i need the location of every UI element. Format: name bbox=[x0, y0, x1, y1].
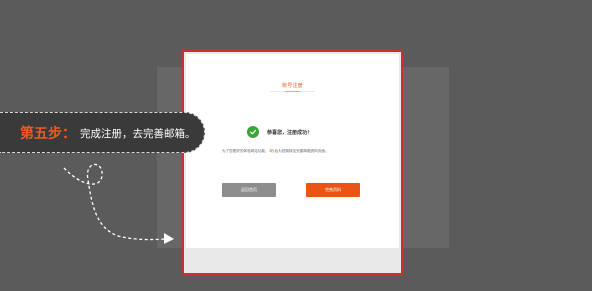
step-number-label: 第五步： bbox=[20, 126, 76, 142]
page-title: 账号注册 bbox=[282, 83, 303, 89]
redirect-info-suffix: 后为您跳转至完善邮箱资料页面。 bbox=[274, 149, 329, 153]
registration-card: 账号注册 恭喜您，注册成功！ 为了您更好的体验网站功能，3秒后为您跳转至完善邮箱… bbox=[186, 54, 399, 248]
success-message: 恭喜您，注册成功！ bbox=[267, 129, 313, 136]
check-circle-icon bbox=[247, 126, 259, 138]
step-instruction: 完成注册，去完善邮箱。 bbox=[80, 128, 196, 140]
home-button[interactable]: 返回首页 bbox=[222, 183, 276, 197]
complete-profile-button[interactable]: 完善资料 bbox=[306, 183, 360, 197]
title-divider-accent bbox=[285, 91, 300, 92]
highlight-frame: 账号注册 恭喜您，注册成功！ 为了您更好的体验网站功能，3秒后为您跳转至完善邮箱… bbox=[182, 50, 403, 275]
tutorial-scene: 账号注册 恭喜您，注册成功！ 为了您更好的体验网站功能，3秒后为您跳转至完善邮箱… bbox=[0, 0, 592, 291]
redirect-info-prefix: 为了您更好的体验网站功能， bbox=[222, 149, 269, 153]
success-row: 恭喜您，注册成功！ bbox=[247, 126, 312, 138]
redirect-info: 为了您更好的体验网站功能，3秒后为您跳转至完善邮箱资料页面。 bbox=[222, 149, 329, 154]
